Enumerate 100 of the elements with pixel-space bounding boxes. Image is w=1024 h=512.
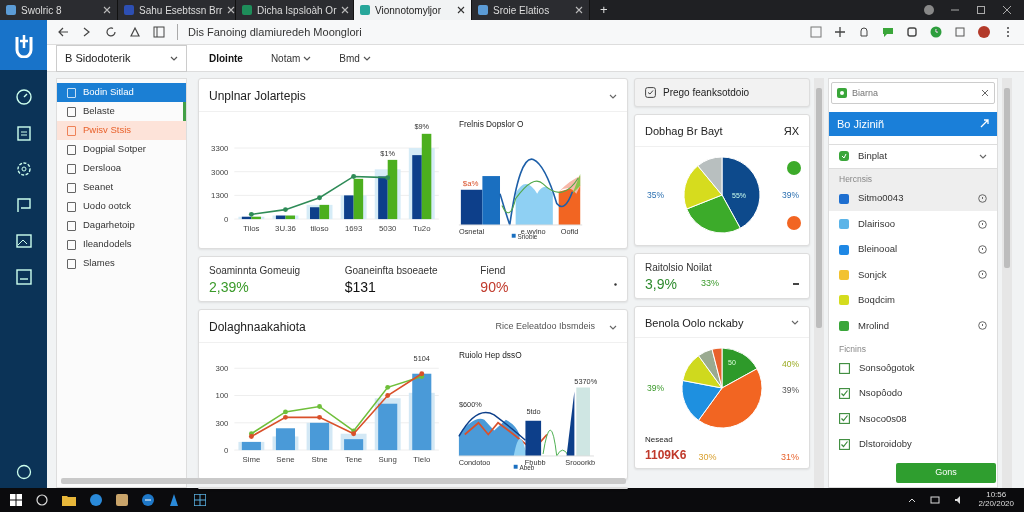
info-icon[interactable] (978, 194, 987, 204)
clipboard-icon[interactable] (14, 124, 33, 142)
more-icon[interactable] (614, 283, 617, 286)
expand-icon[interactable] (980, 119, 989, 129)
nav-tab[interactable]: Notam (256, 50, 326, 66)
info-icon[interactable] (978, 219, 987, 229)
list-item[interactable]: Sitmo0043 (829, 185, 997, 212)
sidebar-item[interactable]: Derslooa (57, 159, 186, 178)
dropdown[interactable]: B Sidodoterik (56, 44, 187, 72)
info-icon[interactable] (978, 270, 987, 280)
browser-tab[interactable]: Sahu Esebtssn Brr (118, 0, 236, 20)
sidebar-item[interactable]: Ileandodels (57, 235, 186, 254)
checkbox[interactable] (839, 413, 850, 425)
close-icon[interactable] (981, 89, 989, 97)
gear-icon[interactable] (14, 160, 33, 178)
dashboard-icon[interactable] (14, 88, 33, 106)
section-label: Ficnins (838, 342, 867, 356)
chevron-icon[interactable] (609, 93, 617, 99)
axis-label: Sung (378, 454, 397, 464)
card-title: Unplnar Jolartepis (209, 88, 306, 105)
list-item[interactable]: Boqdcim (829, 287, 997, 314)
sidebar-item[interactable]: Bodin Sitlad (57, 83, 186, 102)
nav-tab[interactable]: Dlointe (195, 50, 257, 66)
sidebar-item[interactable]: Seanet (57, 178, 186, 197)
search-icon[interactable] (36, 494, 48, 506)
chevron-up-icon[interactable] (908, 497, 917, 503)
checklist-icon (645, 87, 656, 98)
browser-tab[interactable]: Dicha Ispsloàh Or (236, 0, 354, 20)
list-item[interactable]: Sonjck (829, 262, 997, 288)
data-label: $a% (462, 178, 479, 188)
checkbox[interactable] (839, 362, 850, 374)
checkbox[interactable] (839, 388, 850, 399)
network-icon[interactable] (930, 495, 941, 505)
metric-label: Fiend (480, 264, 506, 278)
image-icon[interactable] (14, 232, 33, 250)
scrollbar[interactable] (61, 478, 626, 484)
tab-title: Sahu Esebtssn Brr (139, 3, 223, 18)
close-icon[interactable] (457, 6, 465, 14)
grid-icon[interactable] (194, 494, 206, 506)
info-icon[interactable] (978, 321, 987, 331)
metric-label: Soaminnta Gomeuig (209, 264, 301, 278)
list-item[interactable]: Mrolind (829, 313, 997, 339)
close-icon[interactable] (103, 6, 111, 14)
monitor-icon[interactable] (14, 268, 33, 286)
folder-icon[interactable] (62, 494, 76, 506)
new-tab-button[interactable]: + (590, 0, 618, 20)
scrollbar[interactable] (1002, 78, 1012, 488)
metric-change: 30% (698, 450, 717, 464)
list-item[interactable]: Bleinooal (829, 236, 997, 263)
reload-icon[interactable] (105, 26, 117, 38)
date-text: 2/20/2020 (978, 500, 1014, 509)
flag-icon[interactable] (14, 196, 33, 214)
app-icon[interactable] (168, 494, 180, 506)
metric-label: Goaneinfta bsoeaete (344, 264, 438, 278)
nav-tab[interactable]: Bmd (325, 50, 385, 66)
avatar-icon[interactable] (978, 26, 990, 38)
list-item[interactable]: Dlairisoo (829, 211, 997, 237)
close-icon[interactable] (575, 6, 583, 14)
metric-change: 31% (781, 450, 799, 464)
metric-value: 2,39% (209, 278, 249, 297)
close-icon[interactable] (341, 6, 350, 14)
checkbox[interactable] (839, 438, 850, 450)
collapse-icon[interactable] (793, 282, 799, 285)
sidebar-item[interactable]: Uodo ootck (57, 197, 186, 216)
sidebar-item[interactable]: Dagarhetoip (57, 216, 186, 235)
clock-icon[interactable] (930, 26, 942, 38)
close-icon[interactable] (1002, 5, 1012, 15)
close-icon[interactable] (227, 6, 235, 14)
browser-tab[interactable]: Sroie Elatios (472, 0, 590, 20)
copy-icon[interactable] (906, 26, 918, 38)
sidebar-icon[interactable] (153, 26, 165, 38)
back-icon[interactable] (57, 26, 69, 38)
card-title: Dolaghnaakahiota (209, 319, 306, 336)
browser-tab[interactable]: Vionnotomyljor (354, 0, 472, 20)
metric-value: $131 (344, 278, 376, 297)
filter-text[interactable]: Rice Eeleatdoo Ibsmdeis (495, 320, 595, 334)
bar (378, 403, 398, 451)
metric-label: Raitolsio Noilat (645, 260, 713, 275)
axis-label: 0 (224, 446, 229, 455)
info-icon[interactable] (978, 245, 987, 254)
bar (241, 441, 261, 451)
item-label: Sonjck (858, 267, 888, 282)
close-button[interactable]: ЯX (783, 123, 799, 140)
browser-tab[interactable]: Swolric 8 (0, 0, 118, 20)
profile-icon[interactable] (924, 5, 934, 15)
settings-icon[interactable] (15, 464, 32, 480)
bell-icon[interactable] (858, 26, 870, 38)
chevron-icon[interactable] (609, 324, 617, 330)
sidebar-item[interactable]: Dogpial Sotper (57, 140, 186, 159)
axis-label: 0 (224, 215, 229, 224)
item-label: Dlairisoo (858, 216, 896, 231)
search-field[interactable]: Biarna (831, 82, 995, 104)
maximize-icon[interactable] (976, 5, 986, 15)
clock[interactable]: 10:56 2/20/2020 (978, 491, 1014, 509)
windows-icon[interactable] (10, 494, 22, 506)
chevron-icon[interactable] (791, 320, 799, 326)
sidebar-item[interactable]: Slames (57, 254, 186, 273)
scrollbar[interactable] (814, 78, 824, 488)
chat-icon[interactable] (882, 26, 894, 38)
axis-label: 100 (215, 391, 229, 401)
